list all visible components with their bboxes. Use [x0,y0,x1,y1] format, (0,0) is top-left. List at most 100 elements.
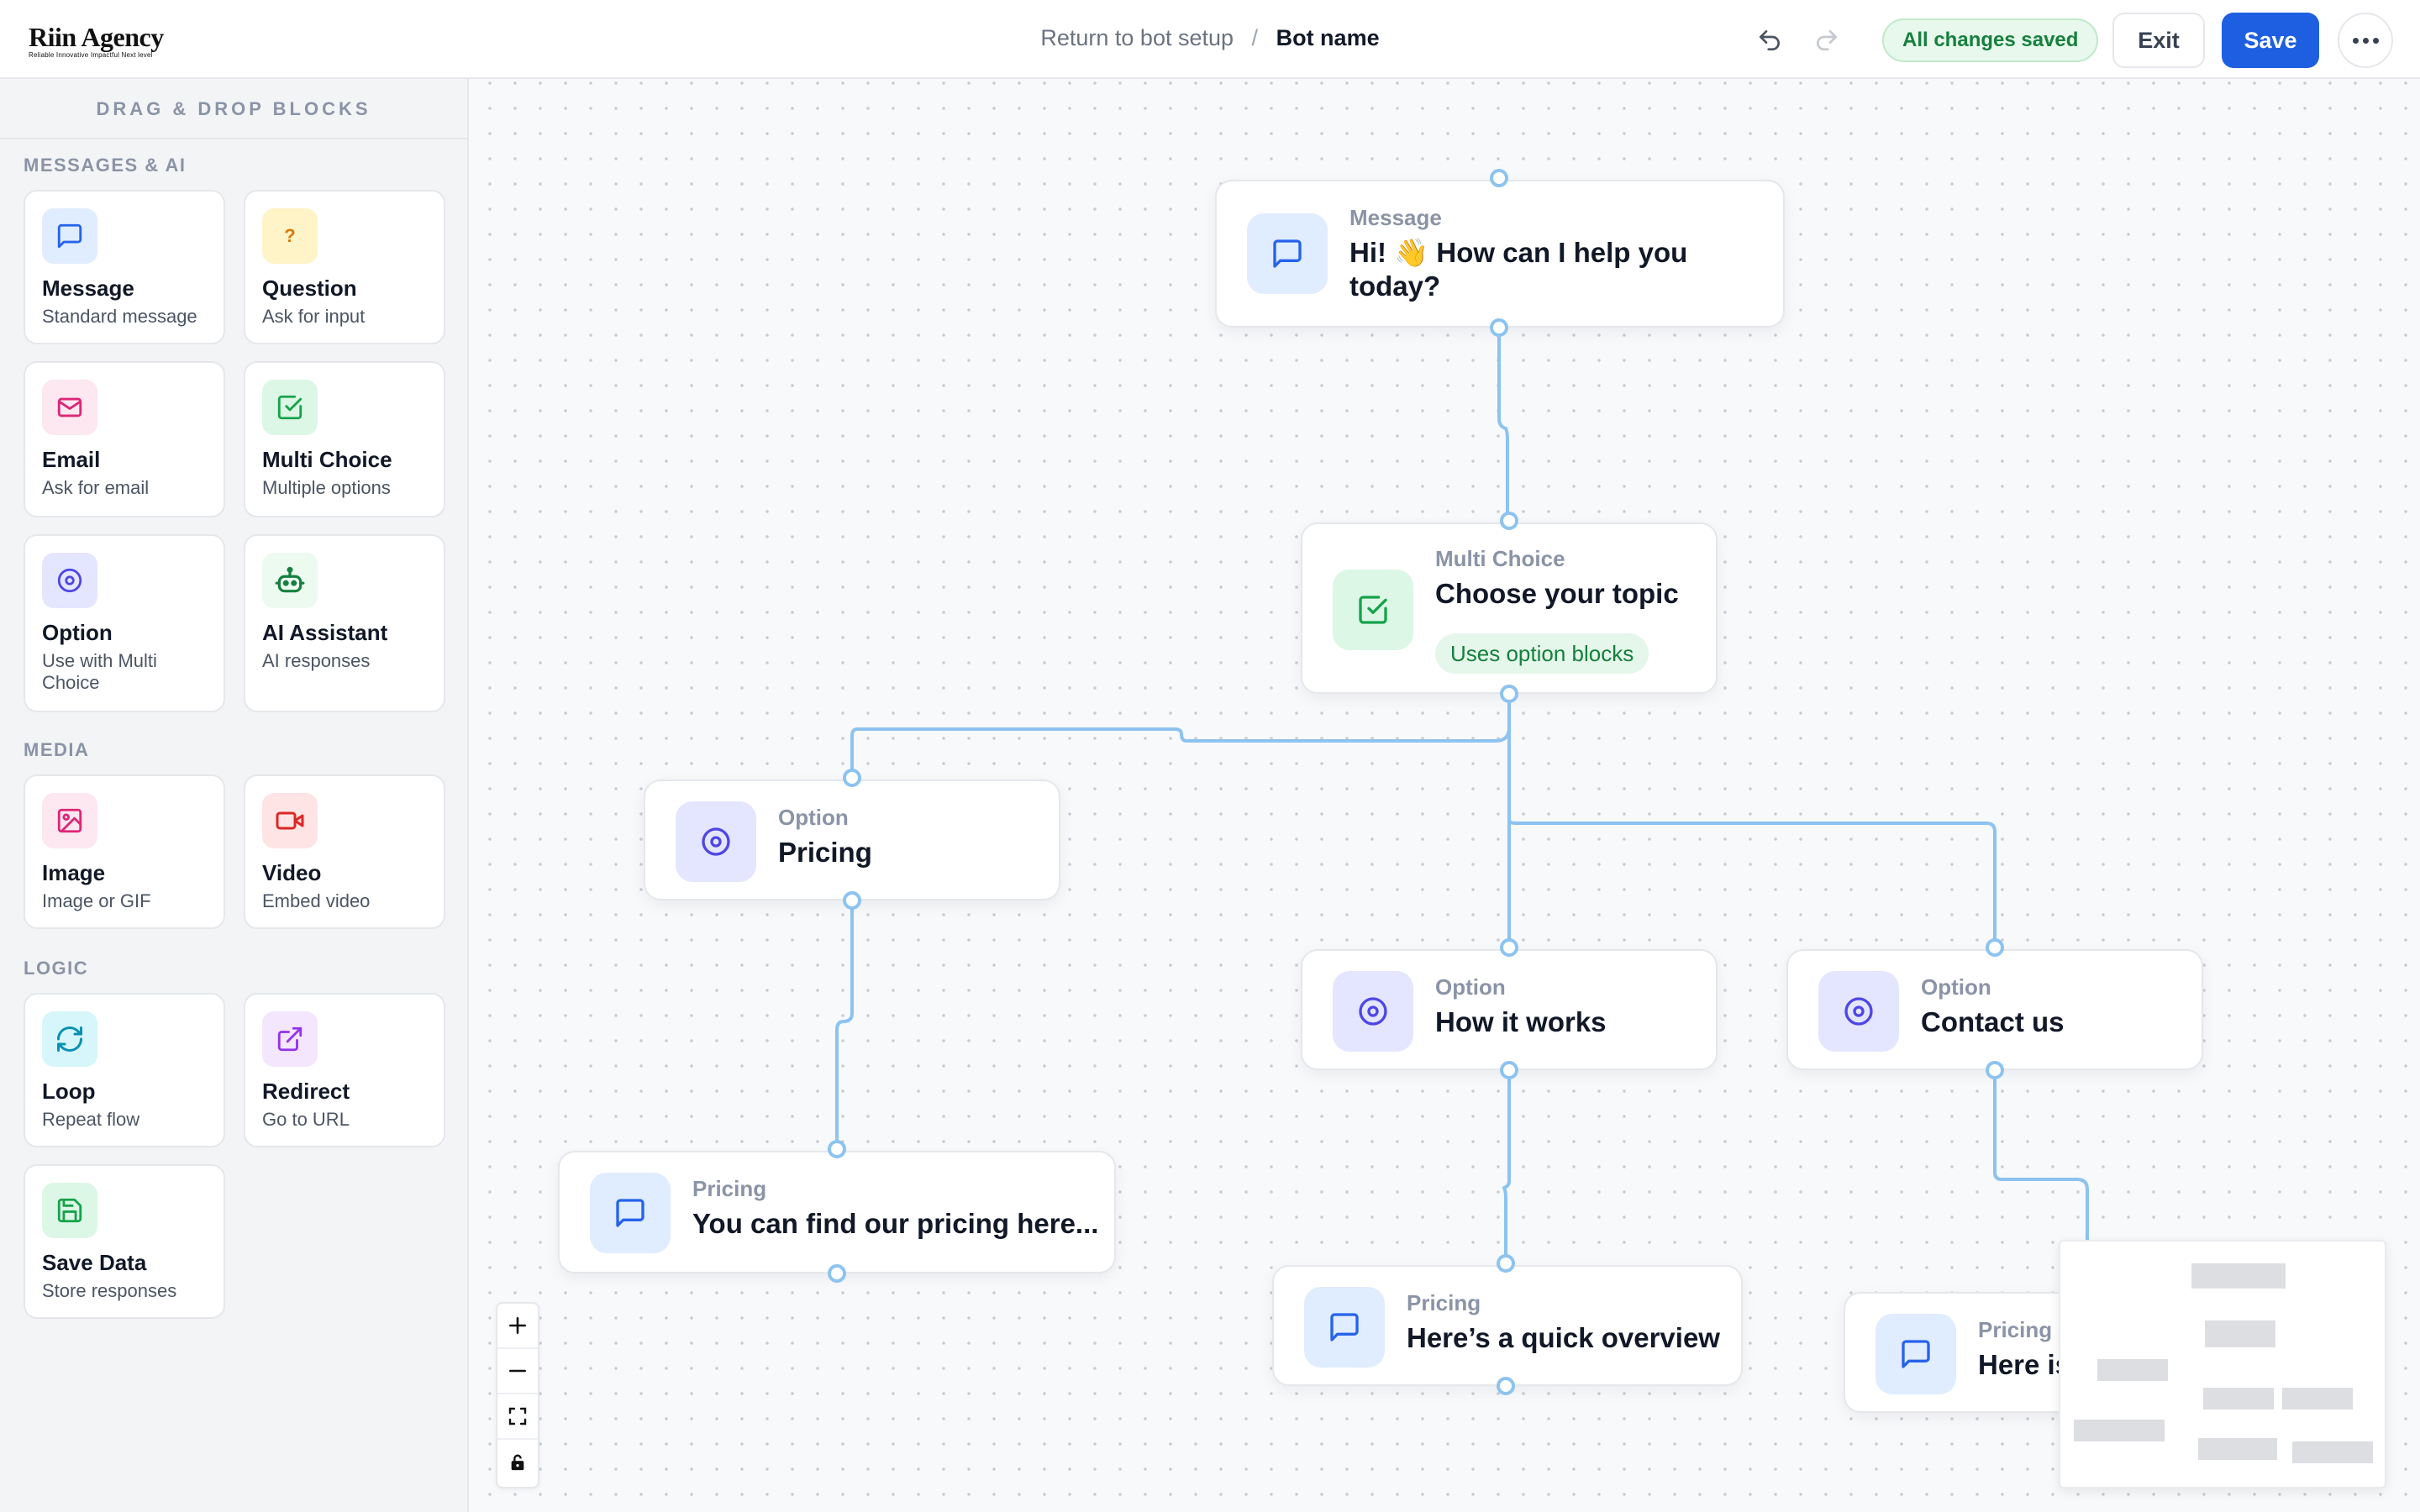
fit-view-button[interactable] [497,1394,538,1440]
connection-handle[interactable] [1500,938,1518,957]
block-email[interactable]: Email Ask for email [24,361,225,517]
node-option-pricing[interactable]: Option Pricing [644,780,1060,900]
node-title: Here is [1978,1349,2071,1380]
block-multi-choice[interactable]: Multi Choice Multiple options [244,361,445,517]
save-button[interactable]: Save [2222,13,2319,68]
block-subtitle: Store responses [42,1280,177,1301]
block-save-data[interactable]: Save Data Store responses [24,1164,225,1319]
block-subtitle: Ask for input [262,306,366,327]
connection-handle[interactable] [843,891,861,910]
connection-handle[interactable] [1986,1061,2004,1079]
block-title: Question [262,276,357,301]
node-title: Here’s a quick overview [1407,1322,1720,1353]
section-label-messages-ai: MESSAGES & AI [24,155,187,176]
block-title: Email [42,447,101,472]
node-type-label: Message [1349,205,1442,230]
block-subtitle: Image or GIF [42,890,151,911]
section-label-media: MEDIA [24,739,90,760]
lock-icon [511,1454,524,1471]
target-icon [42,553,97,608]
block-question[interactable]: ? Question Ask for input [244,190,445,344]
message-icon [1247,213,1328,294]
node-type-label: Option [1435,974,1506,1000]
redo-button[interactable] [1810,24,1844,57]
connection-handle[interactable] [1490,169,1508,187]
node-overview-message[interactable]: Pricing Here’s a quick overview [1272,1265,1743,1386]
breadcrumb-separator: / [1251,25,1259,50]
target-icon [1818,971,1899,1052]
minimap-node [2097,1359,2168,1381]
connection-handle[interactable] [828,1140,846,1158]
node-multi-choice[interactable]: Multi Choice Choose your topic Uses opti… [1301,522,1718,694]
undo-button[interactable] [1753,24,1786,57]
block-title: Video [262,860,322,885]
block-subtitle: Multiple options [262,477,391,498]
block-image[interactable]: Image Image or GIF [24,774,225,929]
block-title: Option [42,620,113,645]
more-options-button[interactable] [2338,13,2393,68]
block-video[interactable]: Video Embed video [244,774,445,929]
block-title: Multi Choice [262,447,392,472]
minimap-node [2282,1388,2353,1410]
return-to-bot-setup-link[interactable]: Return to bot setup [1040,25,1234,50]
node-option-contact-us[interactable]: Option Contact us [1786,949,2203,1070]
block-loop[interactable]: Loop Repeat flow [24,993,225,1147]
uses-option-blocks-chip: Uses option blocks [1435,633,1649,674]
connection-handle[interactable] [1500,1061,1518,1079]
node-welcome-message[interactable]: Message Hi! 👋 How can I help you today? [1215,180,1785,328]
edge-topic-to-pricing [850,694,1511,778]
exit-button[interactable]: Exit [2112,13,2205,68]
node-pricing-message[interactable]: Pricing You can find our pricing here... [558,1151,1116,1273]
connection-handle[interactable] [1500,512,1518,530]
connection-handle[interactable] [1497,1377,1515,1395]
node-type-label: Pricing [692,1176,767,1201]
mail-icon [42,380,97,435]
block-ai-assistant[interactable]: AI Assistant AI responses [244,534,445,712]
redo-icon [1817,30,1837,50]
block-subtitle: Standard message [42,306,197,327]
target-icon [676,801,756,882]
block-title: Image [42,860,106,885]
logo-tagline: Reliable Innovative Impactful Next level [29,51,153,59]
connection-handle[interactable] [828,1264,846,1283]
block-redirect[interactable]: Redirect Go to URL [244,993,445,1147]
block-title: Save Data [42,1250,147,1275]
zoom-in-icon [509,1317,526,1334]
node-title-line2: today? [1349,270,1441,302]
connection-handle[interactable] [1986,938,2004,957]
zoom-out-button[interactable] [497,1349,538,1394]
message-icon [42,208,97,264]
connection-handle[interactable] [843,769,861,787]
node-type-label: Pricing [1978,1317,2053,1342]
node-type-label: Multi Choice [1435,546,1565,571]
node-type-label: Option [1921,974,1991,1000]
more-horizontal-icon [2352,37,2379,44]
lock-button[interactable] [497,1440,538,1485]
block-subtitle: Repeat flow [42,1109,140,1130]
edge-pricing-to-msg [835,900,854,1149]
node-title: Pricing [778,837,872,868]
message-icon [1304,1287,1385,1368]
block-subtitle: Use with Multi Choice [42,650,157,693]
block-title: Message [42,276,134,301]
connection-handle[interactable] [1490,318,1508,337]
connection-handle[interactable] [1500,685,1518,703]
target-icon [1333,971,1413,1052]
edge-contact-to-msg [1993,1070,2089,1240]
connection-handle[interactable] [1497,1254,1515,1273]
block-option[interactable]: Option Use with Multi Choice [24,534,225,712]
minimap[interactable] [2059,1240,2386,1488]
node-type-label: Pricing [1407,1290,1481,1315]
sidebar-title: DRAG & DROP BLOCKS [0,79,467,139]
undo-icon [1760,30,1780,50]
save-icon [42,1183,97,1238]
zoom-in-button[interactable] [497,1304,538,1349]
node-option-how-it-works[interactable]: Option How it works [1301,949,1718,1070]
zoom-out-icon [509,1369,526,1373]
node-title: Contact us [1921,1006,2065,1037]
message-icon [590,1173,671,1253]
minimap-node [2074,1420,2165,1441]
edge-welcome-to-topic [1497,328,1509,521]
node-title: Choose your topic [1435,578,1679,609]
block-message[interactable]: Message Standard message [24,190,225,344]
